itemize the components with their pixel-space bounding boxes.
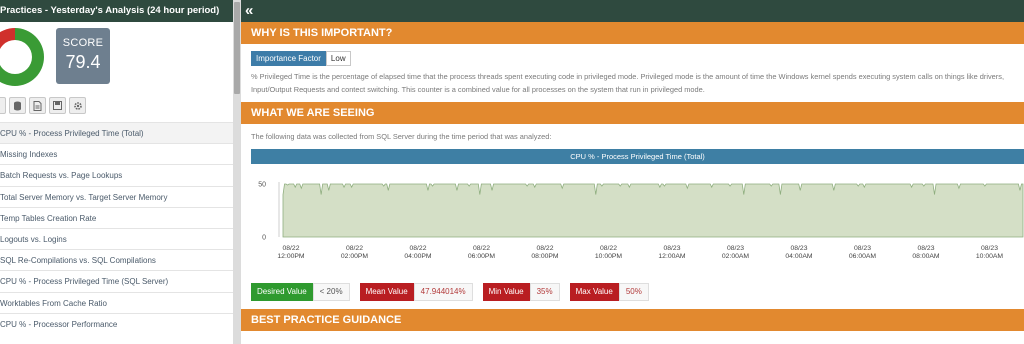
chart-x-tick-label: 08/22 10:00PM (595, 245, 623, 260)
importance-factor-value: Low (325, 51, 351, 66)
desired-value-label: Desired Value (251, 283, 313, 301)
chart-x-tick-label: 08/22 08:00PM (531, 245, 559, 260)
best-practice-guidance-header: BEST PRACTICE GUIDANCE (241, 309, 1024, 331)
practice-item[interactable]: Worktables From Cache Ratio (0, 291, 233, 313)
chart-x-tick-label: 08/23 06:00AM (849, 245, 877, 260)
min-value: 35% (529, 283, 560, 301)
importance-factor-label: Importance Factor (251, 51, 326, 66)
double-chevron-left-icon[interactable]: « (245, 2, 253, 20)
chart-plot: 50 0 08/22 12:00PM 08/22 02:00PM 08/22 04:00PM 0… (258, 182, 1024, 260)
detail-panel: « WHY IS THIS IMPORTANT? Importance Fact… (241, 0, 1024, 344)
score-value: 79.4 (65, 52, 101, 72)
save-icon[interactable] (49, 97, 66, 114)
practices-panel: Practices - Yesterday's Analysis (24 hou… (0, 0, 233, 344)
chart-y-tick-label: 50 (258, 182, 266, 189)
min-value-label: Min Value (482, 283, 530, 301)
practice-item[interactable]: CPU % - Processor Performance (0, 312, 233, 334)
why-important-text: % Privileged Time is the percentage of e… (251, 72, 1005, 94)
mean-value-group: Mean Value 47.944014% (359, 283, 473, 301)
what-we-see-text: The following data was collected from SQ… (251, 132, 552, 141)
min-value-group: Min Value 35% (482, 283, 560, 301)
why-important-header: WHY IS THIS IMPORTANT? (241, 22, 1024, 44)
chart-x-tick-label: 08/23 12:00AM (658, 245, 686, 260)
chart-y-tick-label: 0 (262, 235, 266, 242)
list-icon[interactable] (0, 97, 6, 114)
desired-value: < 20% (312, 283, 350, 301)
importance-factor: Importance Factor Low (251, 51, 351, 66)
chart-x-tick-label: 08/23 08:00AM (912, 245, 940, 260)
summary-values: Desired Value < 20% Mean Value 47.944014… (251, 283, 659, 301)
practices-scrollbar-thumb[interactable] (234, 2, 240, 94)
practices-panel-header: Practices - Yesterday's Analysis (24 hou… (0, 0, 233, 22)
gear-icon[interactable] (69, 97, 86, 114)
max-value-group: Max Value 50% (569, 283, 649, 301)
score-card: SCORE 79.4 (56, 28, 110, 84)
practice-item[interactable]: Missing Indexes (0, 143, 233, 164)
practices-toolbar (0, 97, 86, 115)
detail-topbar: « (241, 0, 1024, 22)
chart-series-area (282, 183, 1024, 238)
cpu-chart: CPU % - Process Privileged Time (Total) … (251, 149, 1024, 272)
mean-value: 47.944014% (413, 283, 473, 301)
database-icon[interactable] (9, 97, 26, 114)
practices-list: CPU % - Process Privileged Time (Total) M… (0, 122, 233, 334)
chart-title: CPU % - Process Privileged Time (Total) (251, 149, 1024, 164)
mean-value-label: Mean Value (359, 283, 414, 301)
practice-item[interactable]: Batch Requests vs. Page Lookups (0, 164, 233, 185)
practice-item[interactable]: Logouts vs. Logins (0, 227, 233, 249)
chart-x-tick-label: 08/23 04:00AM (785, 245, 813, 260)
chart-x-tick-label: 08/22 04:00PM (404, 245, 432, 260)
max-value-label: Max Value (569, 283, 619, 301)
practice-item[interactable]: Temp Tables Creation Rate (0, 206, 233, 228)
practice-item[interactable]: SQL Re-Compilations vs. SQL Compilations (0, 249, 233, 270)
score-donut-chart (0, 28, 44, 86)
what-we-see-header: WHAT WE ARE SEEING (241, 102, 1024, 124)
app-root: Practices - Yesterday's Analysis (24 hou… (0, 0, 1024, 344)
chart-x-tick-label: 08/22 02:00PM (341, 245, 369, 260)
practice-item[interactable]: Total Server Memory vs. Target Server Me… (0, 185, 233, 207)
score-label: SCORE (62, 37, 104, 49)
practice-item[interactable]: CPU % - Process Privileged Time (Total) (0, 122, 233, 144)
chart-x-tick-label: 08/23 02:00AM (722, 245, 750, 260)
practice-item[interactable]: CPU % - Process Privileged Time (SQL Ser… (0, 270, 233, 291)
desired-value-group: Desired Value < 20% (251, 283, 350, 301)
document-icon[interactable] (29, 97, 46, 114)
chart-x-tick-label: 08/23 10:00AM (976, 245, 1004, 260)
chart-x-tick-label: 08/22 12:00PM (277, 245, 305, 260)
practices-scrollbar[interactable] (233, 0, 241, 344)
max-value: 50% (618, 283, 649, 301)
chart-x-tick-label: 08/22 06:00PM (468, 245, 496, 260)
